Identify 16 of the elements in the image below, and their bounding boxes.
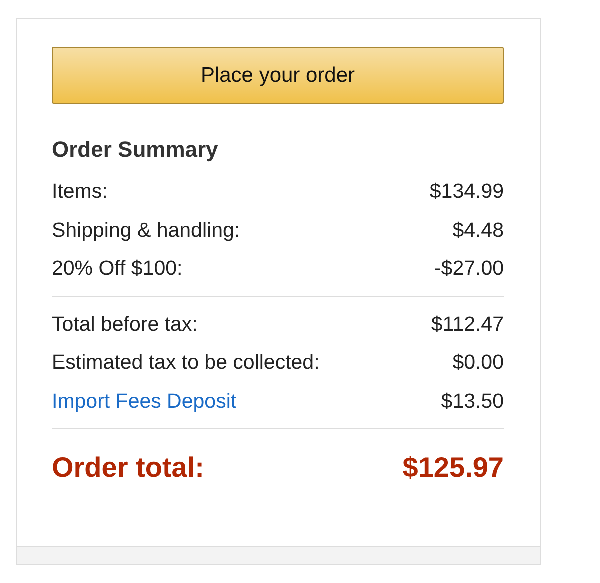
line-label: Estimated tax to be collected:: [52, 351, 320, 376]
summary-title: Order Summary: [52, 137, 220, 164]
line-label: Items:: [52, 180, 108, 204]
total-label: Order total:: [52, 452, 204, 484]
fees-link[interactable]: Import Fees Deposit: [52, 390, 237, 414]
line-label: 20% Off $100:: [52, 257, 183, 282]
line-amount: $4.48: [452, 218, 504, 243]
total-amount: $125.97: [402, 452, 504, 484]
place-order-button[interactable]: Place your order: [52, 47, 504, 104]
line-amount: -$27.00: [434, 257, 504, 282]
line-amount: $112.47: [431, 312, 504, 337]
line-label: Shipping & handling:: [52, 218, 240, 243]
line-amount: $13.50: [441, 390, 504, 414]
line-label: Total before tax:: [52, 312, 198, 337]
line-amount: $134.99: [430, 180, 504, 204]
line-amount: $0.00: [452, 351, 504, 376]
